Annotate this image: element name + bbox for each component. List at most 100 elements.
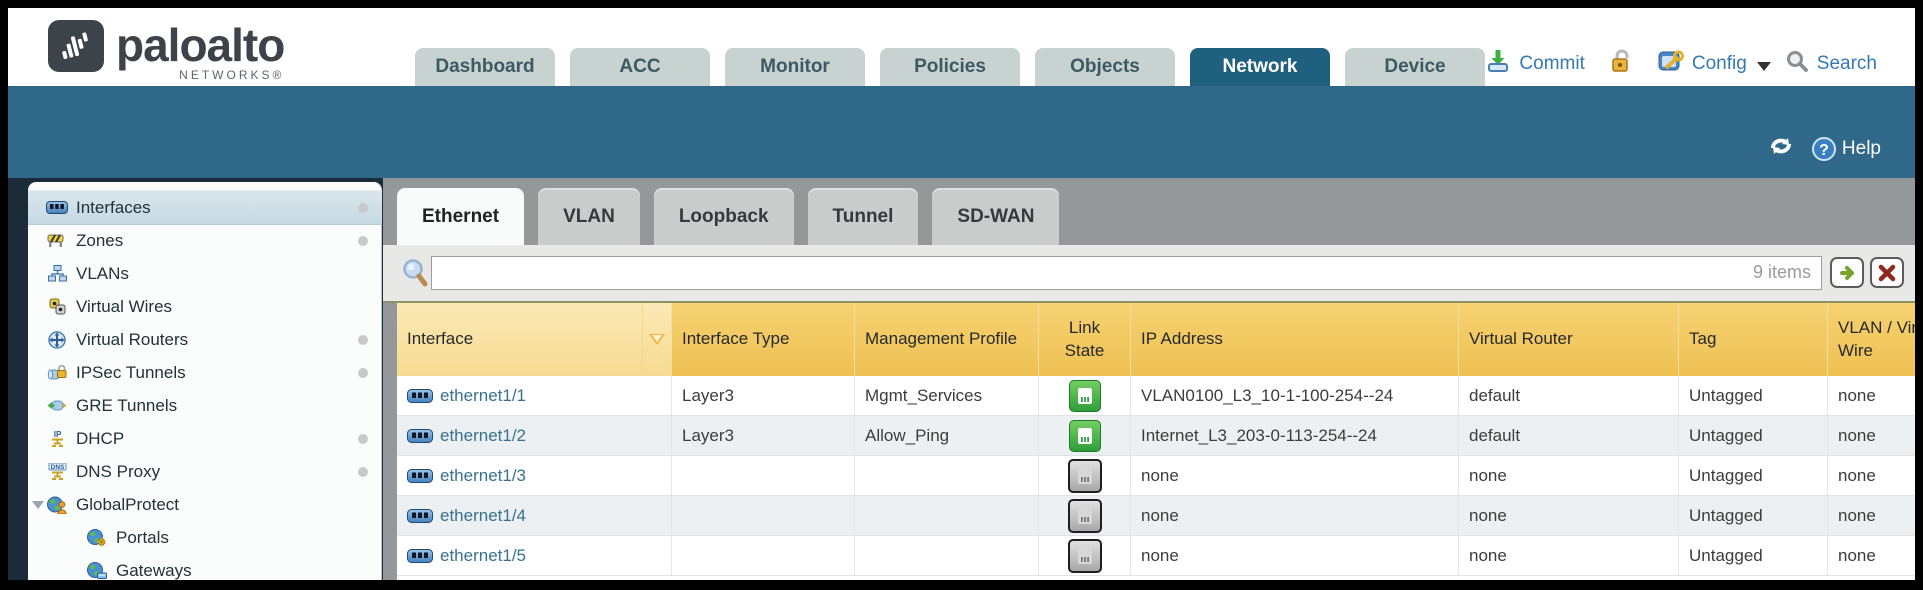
tab-monitor[interactable]: Monitor bbox=[725, 48, 865, 86]
link-state-down-icon[interactable] bbox=[1068, 499, 1102, 533]
interface-name: ethernet1/5 bbox=[440, 546, 526, 566]
interface-name: ethernet1/3 bbox=[440, 466, 526, 486]
filter-search-icon[interactable] bbox=[401, 258, 429, 293]
config-icon[interactable] bbox=[1657, 48, 1684, 80]
sidebar-item-label: GlobalProtect bbox=[76, 495, 179, 515]
sidebar-item-label: Interfaces bbox=[76, 198, 151, 218]
cell-virtual-router: none bbox=[1459, 536, 1679, 576]
cell-virtual-router: default bbox=[1459, 376, 1679, 416]
sidebar-item-dhcp[interactable]: IP DHCP bbox=[28, 422, 382, 455]
column-label: Interface Type bbox=[682, 328, 789, 350]
column-header-vlan-virtual-wire[interactable]: VLAN / Virtual Wire bbox=[1828, 303, 1915, 376]
expander-icon[interactable] bbox=[32, 501, 44, 509]
network-sidebar: Interfaces Zones VLANs bbox=[28, 182, 382, 580]
ethernet-interface-icon bbox=[407, 429, 433, 443]
tab-vlan[interactable]: VLAN bbox=[538, 188, 640, 245]
tab-label: Network bbox=[1223, 56, 1298, 78]
sidebar-item-label: Portals bbox=[116, 528, 169, 548]
column-header-virtual-router[interactable]: Virtual Router bbox=[1459, 303, 1679, 376]
link-state-down-icon[interactable] bbox=[1068, 539, 1102, 573]
filter-input[interactable] bbox=[438, 257, 1735, 291]
virtual-routers-icon bbox=[46, 331, 68, 349]
column-header-interface-type[interactable]: Interface Type bbox=[672, 303, 855, 376]
sidebar-item-vlans[interactable]: VLANs bbox=[28, 257, 382, 290]
cell-link-state bbox=[1039, 416, 1131, 456]
column-label: Tag bbox=[1689, 328, 1716, 350]
tab-tunnel[interactable]: Tunnel bbox=[808, 188, 919, 245]
interface-type-tabs: Ethernet VLAN Loopback Tunnel SD-WAN bbox=[397, 188, 1059, 245]
config-menu[interactable]: Config bbox=[1692, 53, 1747, 75]
sidebar-item-interfaces[interactable]: Interfaces bbox=[28, 191, 382, 224]
column-header-interface[interactable]: Interface bbox=[397, 303, 672, 376]
column-header-link-state[interactable]: Link State bbox=[1039, 303, 1131, 376]
help-icon: ? bbox=[1811, 136, 1837, 162]
tab-acc[interactable]: ACC bbox=[570, 48, 710, 86]
sidebar-item-gre-tunnels[interactable]: GRE Tunnels bbox=[28, 389, 382, 422]
cell-ip-address: none bbox=[1131, 536, 1459, 576]
sidebar-item-virtual-wires[interactable]: Virtual Wires bbox=[28, 290, 382, 323]
status-dot bbox=[358, 434, 368, 444]
tab-policies[interactable]: Policies bbox=[880, 48, 1020, 86]
tab-label: Objects bbox=[1070, 56, 1140, 78]
sidebar-item-gateways[interactable]: Gateways bbox=[28, 554, 382, 580]
clear-filter-button[interactable] bbox=[1870, 257, 1904, 288]
cell-interface-type: Layer3 bbox=[672, 416, 855, 456]
cell-link-state bbox=[1039, 496, 1131, 536]
table-header-row: Interface Interface Type Management Prof… bbox=[397, 303, 1915, 376]
gateways-icon bbox=[86, 562, 108, 580]
column-menu-button[interactable] bbox=[642, 303, 671, 376]
interface-link[interactable]: ethernet1/5 bbox=[397, 536, 672, 576]
search-button[interactable]: Search bbox=[1817, 53, 1877, 75]
filter-input-wrap: 9 items bbox=[431, 256, 1822, 290]
cell-management-profile bbox=[855, 456, 1039, 496]
column-header-ip-address[interactable]: IP Address bbox=[1131, 303, 1459, 376]
column-header-management-profile[interactable]: Management Profile bbox=[855, 303, 1039, 376]
lock-icon[interactable] bbox=[1609, 48, 1633, 80]
cell-link-state bbox=[1039, 376, 1131, 416]
logo-wordmark: paloalto bbox=[116, 20, 284, 70]
interface-link[interactable]: ethernet1/4 bbox=[397, 496, 672, 536]
paloalto-logo-icon bbox=[48, 20, 104, 72]
link-state-up-icon[interactable] bbox=[1069, 420, 1101, 452]
sub-header-band: ? Help bbox=[8, 86, 1915, 178]
apply-filter-button[interactable] bbox=[1830, 257, 1864, 288]
sidebar-item-ipsec-tunnels[interactable]: IPSec Tunnels bbox=[28, 356, 382, 389]
tab-ethernet[interactable]: Ethernet bbox=[397, 188, 524, 245]
sidebar-item-globalprotect[interactable]: GlobalProtect bbox=[28, 488, 382, 521]
help-button[interactable]: ? Help bbox=[1811, 136, 1881, 162]
tab-loopback[interactable]: Loopback bbox=[654, 188, 794, 245]
sidebar-item-portals[interactable]: Portals bbox=[28, 521, 382, 554]
tab-label: Device bbox=[1384, 56, 1445, 78]
interface-link[interactable]: ethernet1/3 bbox=[397, 456, 672, 496]
config-caret-icon[interactable] bbox=[1757, 62, 1771, 71]
subtab-label: Loopback bbox=[679, 206, 769, 228]
commit-icon[interactable] bbox=[1485, 48, 1511, 80]
items-count: 9 items bbox=[1753, 262, 1811, 283]
link-state-up-icon[interactable] bbox=[1069, 380, 1101, 412]
sort-caret-icon bbox=[649, 334, 665, 345]
column-header-tag[interactable]: Tag bbox=[1679, 303, 1828, 376]
column-label: Interface bbox=[397, 328, 642, 350]
sidebar-item-dns-proxy[interactable]: DNS DNS Proxy bbox=[28, 455, 382, 488]
sidebar-item-zones[interactable]: Zones bbox=[28, 224, 382, 257]
top-actions: Commit Config bbox=[1485, 48, 1877, 80]
tab-dashboard[interactable]: Dashboard bbox=[415, 48, 555, 86]
cell-ip-address: Internet_L3_203-0-113-254--24 bbox=[1131, 416, 1459, 456]
refresh-icon[interactable] bbox=[1767, 134, 1795, 164]
link-state-down-icon[interactable] bbox=[1068, 459, 1102, 493]
subtab-label: SD-WAN bbox=[957, 206, 1034, 228]
status-dot bbox=[358, 467, 368, 477]
interface-link[interactable]: ethernet1/1 bbox=[397, 376, 672, 416]
commit-button[interactable]: Commit bbox=[1519, 53, 1584, 75]
tab-objects[interactable]: Objects bbox=[1035, 48, 1175, 86]
tab-device[interactable]: Device bbox=[1345, 48, 1485, 86]
cell-virtual-router: none bbox=[1459, 456, 1679, 496]
sidebar-item-virtual-routers[interactable]: Virtual Routers bbox=[28, 323, 382, 356]
content-region: Interfaces Zones VLANs bbox=[8, 178, 1915, 580]
search-icon[interactable] bbox=[1785, 49, 1809, 79]
ethernet-interface-icon bbox=[407, 549, 433, 563]
tab-label: Policies bbox=[914, 56, 986, 78]
tab-network[interactable]: Network bbox=[1190, 48, 1330, 86]
interface-link[interactable]: ethernet1/2 bbox=[397, 416, 672, 456]
tab-sdwan[interactable]: SD-WAN bbox=[932, 188, 1059, 245]
